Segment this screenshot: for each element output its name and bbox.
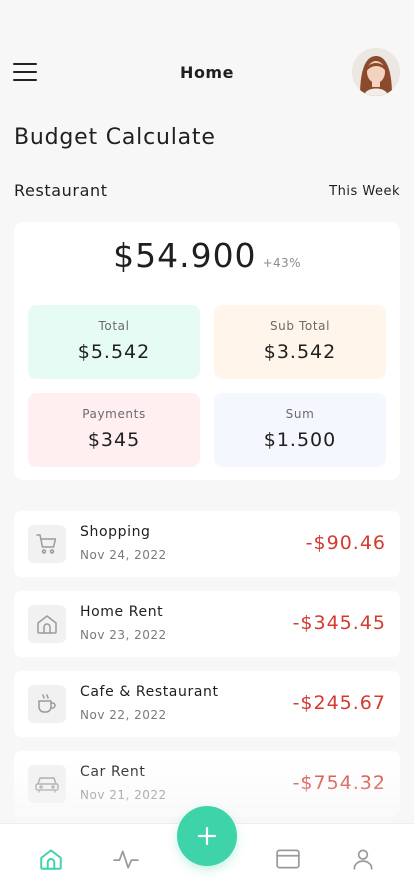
tile-value: $345: [87, 429, 141, 451]
avatar[interactable]: [352, 48, 400, 96]
home-icon[interactable]: [38, 846, 64, 872]
total-amount-row: $54.900 +43%: [14, 236, 400, 275]
transaction-name: Car Rent: [80, 764, 146, 780]
app-header: Home: [0, 48, 414, 98]
tile-payments: Payments $345: [28, 393, 200, 467]
change-percent: +43%: [262, 256, 301, 270]
transaction-item[interactable]: Home Rent Nov 23, 2022 -$345.45: [14, 591, 400, 657]
card-icon[interactable]: [275, 846, 301, 872]
transaction-date: Nov 23, 2022: [80, 628, 167, 642]
add-button[interactable]: [177, 806, 237, 866]
tile-subtotal: Sub Total $3.542: [214, 305, 386, 379]
tile-label: Sub Total: [269, 319, 331, 333]
tile-value: $3.542: [263, 341, 337, 363]
transaction-date: Nov 24, 2022: [80, 548, 167, 562]
transaction-amount: -$345.45: [292, 612, 386, 634]
activity-icon[interactable]: [113, 846, 139, 872]
coffee-icon: [28, 685, 66, 723]
transaction-item[interactable]: Cafe & Restaurant Nov 22, 2022 -$245.67: [14, 671, 400, 737]
tile-label: Payments: [82, 407, 146, 421]
transaction-name: Shopping: [80, 524, 151, 540]
tile-value: $5.542: [77, 341, 151, 363]
transaction-amount: -$90.46: [305, 532, 386, 554]
transaction-amount: -$245.67: [292, 692, 386, 714]
tile-label: Total: [98, 319, 130, 333]
transaction-amount: -$754.32: [292, 772, 386, 794]
car-icon: [28, 765, 66, 803]
home-icon: [28, 605, 66, 643]
plus-icon: [197, 826, 217, 846]
transaction-date: Nov 21, 2022: [80, 788, 167, 802]
profile-icon[interactable]: [350, 846, 376, 872]
total-amount: $54.900: [113, 236, 257, 275]
section-title: Restaurant: [14, 181, 108, 200]
summary-card: $54.900 +43% Total $5.542 Sub Total $3.54…: [14, 222, 400, 480]
transaction-date: Nov 22, 2022: [80, 708, 167, 722]
transaction-name: Home Rent: [80, 604, 164, 620]
cart-icon: [28, 525, 66, 563]
transaction-name: Cafe & Restaurant: [80, 684, 219, 700]
tile-sum: Sum $1.500: [214, 393, 386, 467]
tile-value: $1.500: [263, 429, 337, 451]
avatar-portrait: [352, 48, 400, 96]
page-title: Budget Calculate: [14, 125, 216, 150]
transaction-item[interactable]: Shopping Nov 24, 2022 -$90.46: [14, 511, 400, 577]
tile-total: Total $5.542: [28, 305, 200, 379]
period-selector[interactable]: This Week: [329, 184, 400, 199]
tile-label: Sum: [285, 407, 315, 421]
